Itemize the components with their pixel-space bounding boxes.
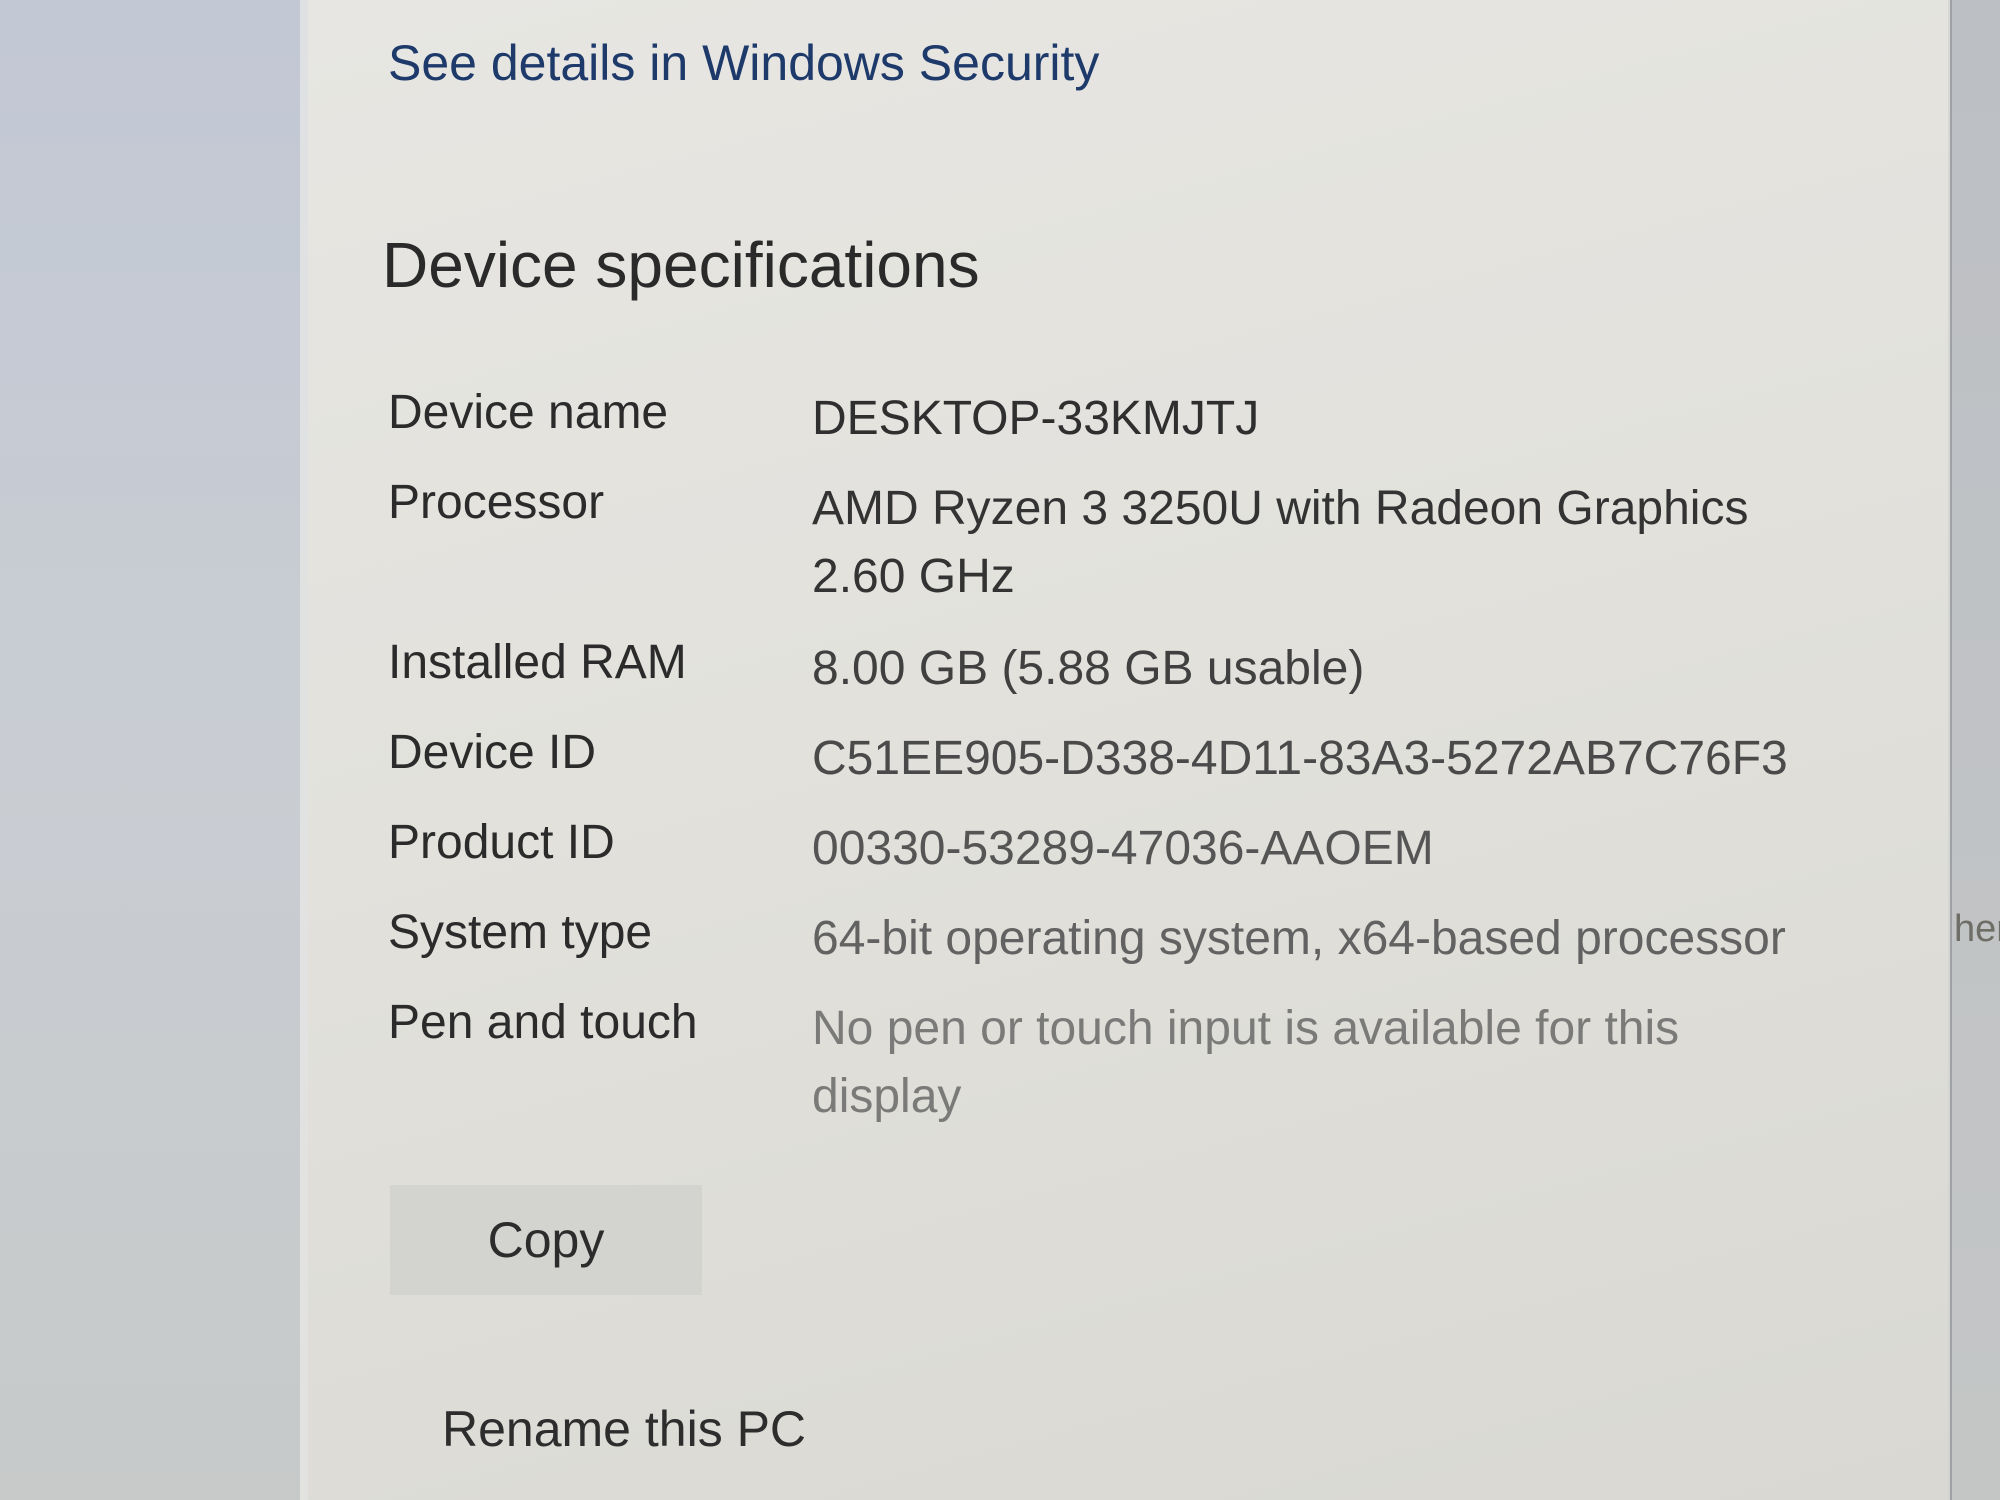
- background-right-pane: [1950, 0, 2000, 1500]
- spec-label-product-id: Product ID: [388, 816, 615, 869]
- device-specifications-heading: Device specifications: [382, 229, 980, 301]
- spec-value-product-id: 00330-53289-47036-AAOEM: [812, 822, 1434, 875]
- right-pane-clipped-label: her: [1954, 908, 2000, 950]
- windows-security-link[interactable]: See details in Windows Security: [388, 34, 1099, 92]
- spec-label-processor: Processor: [388, 476, 605, 529]
- spec-value-device-id: C51EE905-D338-4D11-83A3-5272AB7C76F3: [812, 732, 1788, 785]
- spec-label-device-name: Device name: [388, 386, 669, 439]
- spec-value-system-type: 64-bit operating system, x64-based proce…: [812, 912, 1786, 965]
- spec-label-installed-ram: Installed RAM: [388, 636, 687, 689]
- rename-this-pc-button[interactable]: Rename this PC: [442, 1400, 806, 1458]
- spec-value-processor: AMD Ryzen 3 3250U with Radeon Graphics 2…: [812, 482, 1749, 603]
- spec-value-installed-ram: 8.00 GB (5.88 GB usable): [812, 642, 1365, 695]
- spec-value-pen-and-touch: No pen or touch input is available for t…: [812, 1002, 1680, 1123]
- copy-button[interactable]: Copy: [390, 1185, 702, 1295]
- background-left-pane: [0, 0, 300, 1500]
- spec-value-device-name: DESKTOP-33KMJTJ: [812, 392, 1260, 445]
- spec-label-system-type: System type: [388, 906, 653, 959]
- right-pane-clipped-text: her: [1952, 908, 2000, 951]
- spec-label-device-id: Device ID: [388, 726, 597, 779]
- spec-label-pen-and-touch: Pen and touch: [388, 996, 698, 1049]
